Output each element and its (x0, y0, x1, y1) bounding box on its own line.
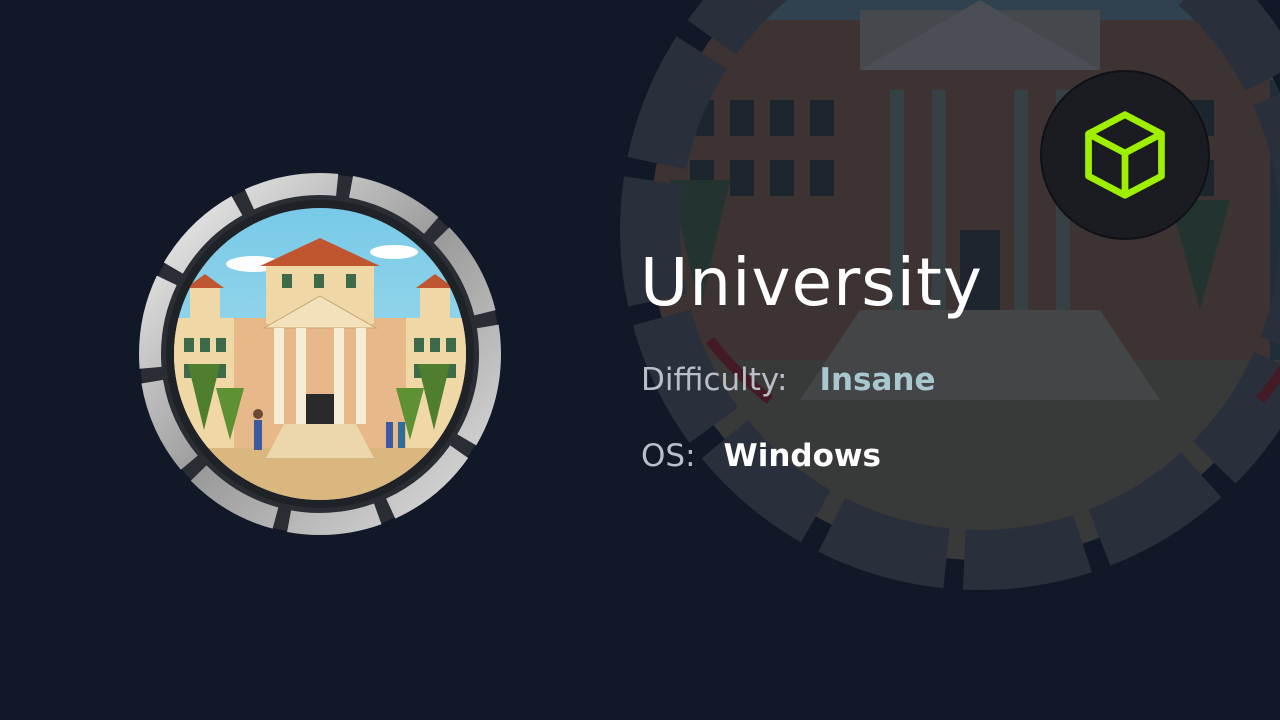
machine-badge (139, 173, 501, 535)
difficulty-row: Difficulty: Insane (641, 362, 936, 398)
os-row: OS: Windows (641, 438, 881, 474)
cube-icon (1042, 72, 1208, 238)
cube-icon-glyph (1085, 111, 1165, 199)
machine-title: University (640, 244, 983, 321)
os-value: Windows (723, 438, 881, 474)
os-label: OS: (641, 438, 696, 474)
difficulty-label: Difficulty: (641, 362, 788, 398)
difficulty-value: Insane (819, 362, 936, 398)
